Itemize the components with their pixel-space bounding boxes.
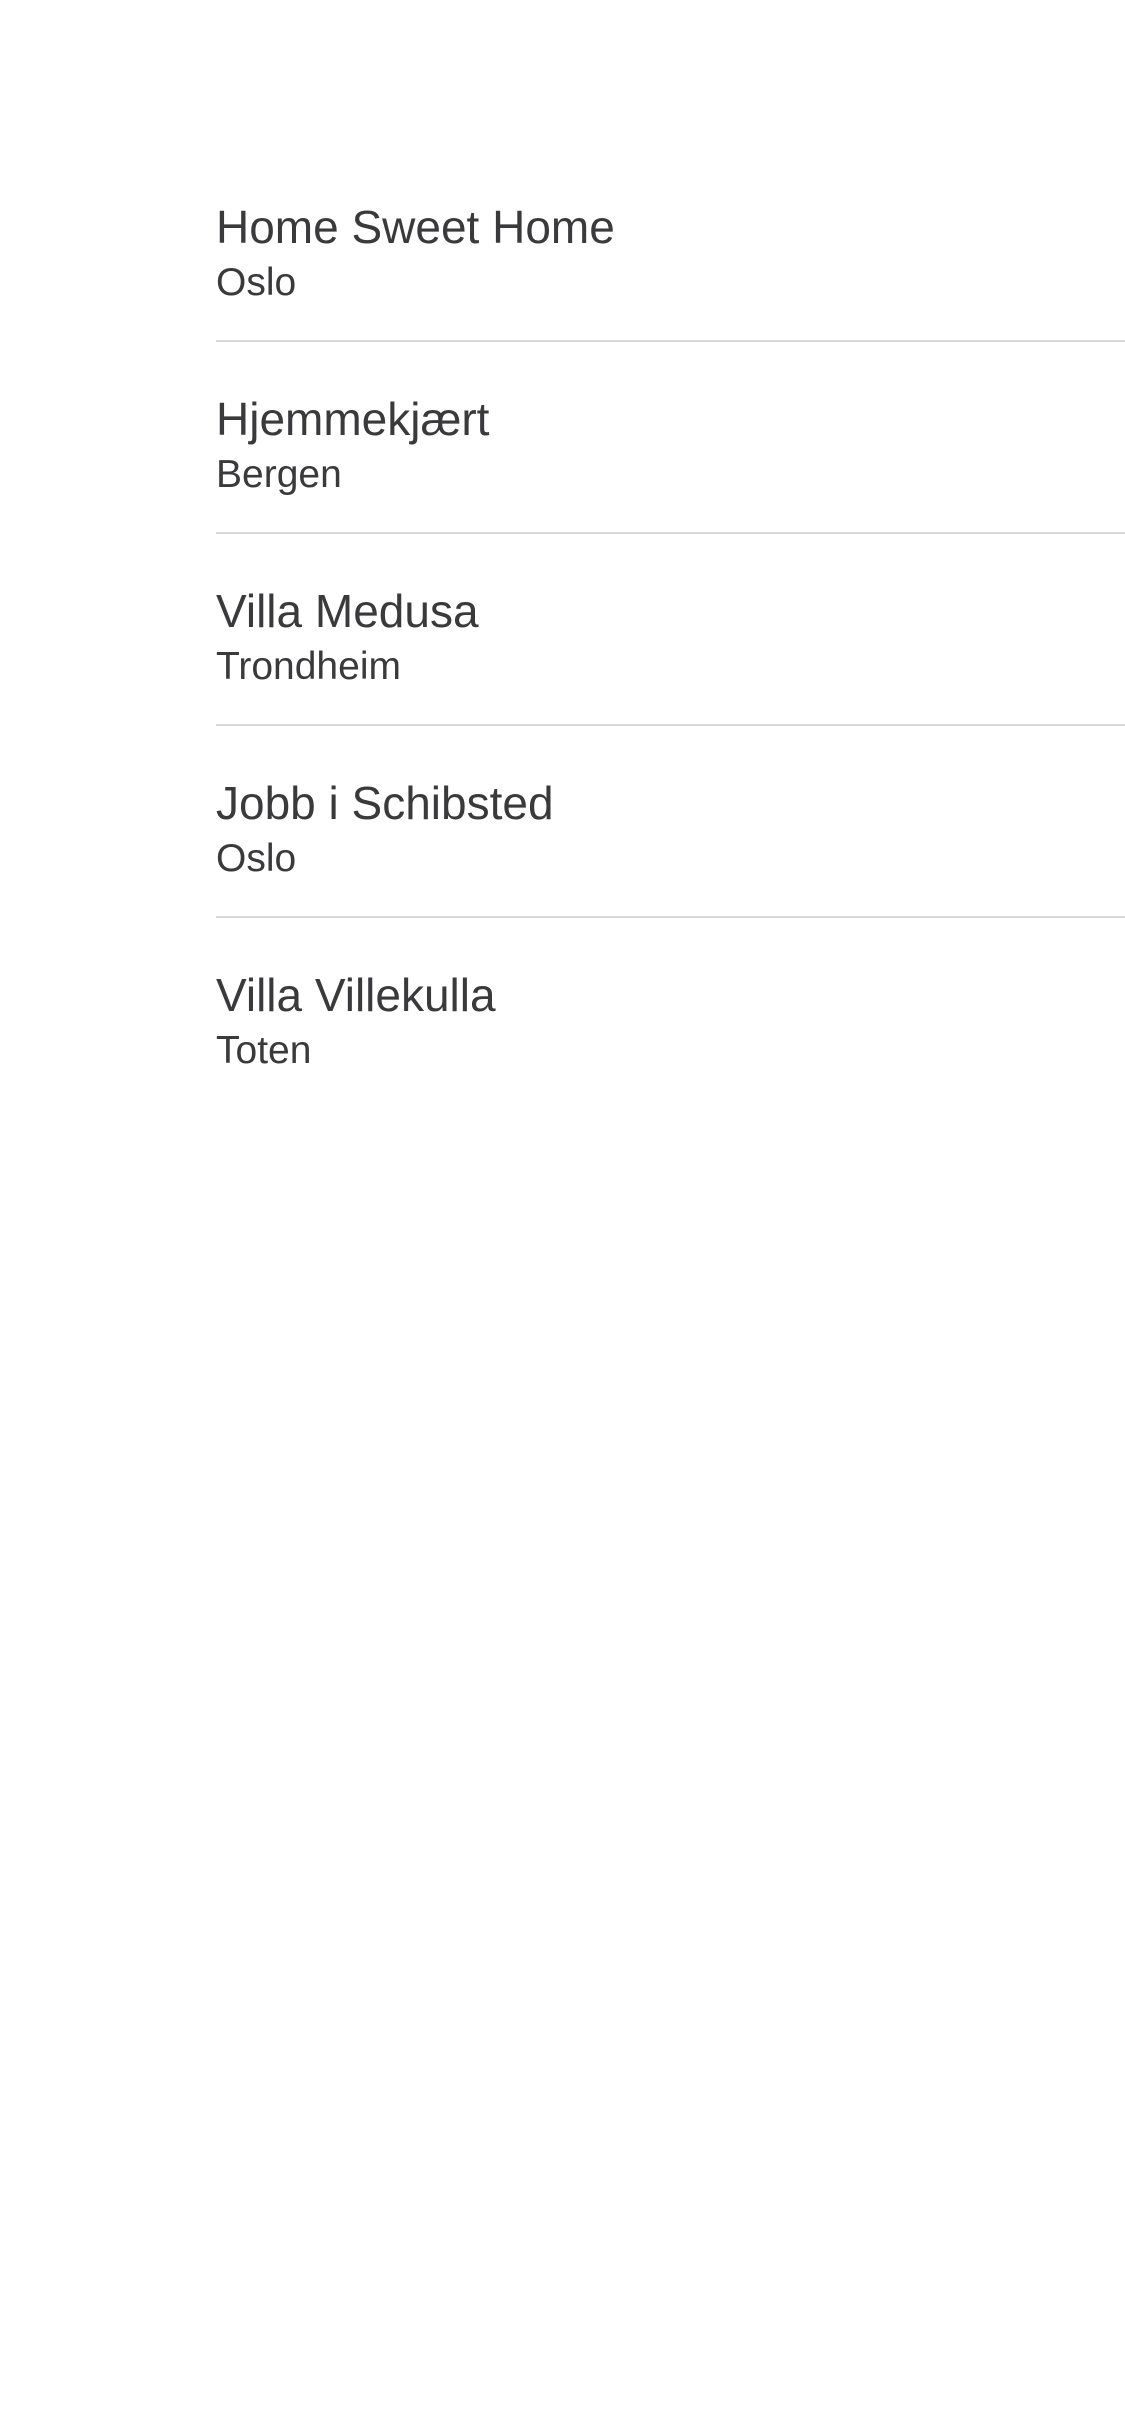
list-item[interactable]: Villa Villekulla Toten	[216, 918, 1125, 1110]
list-item[interactable]: Villa Medusa Trondheim	[216, 534, 1125, 726]
home-list: Home Sweet Home Oslo Hjemmekjært Bergen …	[216, 150, 1125, 1110]
list-item-subtitle: Toten	[216, 1029, 312, 1072]
list-item-subtitle: Oslo	[216, 837, 297, 880]
list-item-title: Villa Villekulla	[216, 969, 496, 1021]
list-item-subtitle: Trondheim	[216, 645, 401, 688]
list-item-title: Jobb i Schibsted	[216, 777, 554, 829]
list-item[interactable]: Jobb i Schibsted Oslo	[216, 726, 1125, 918]
list-item[interactable]: Hjemmekjært Bergen	[216, 342, 1125, 534]
list-item-title: Home Sweet Home	[216, 201, 615, 253]
list-item-subtitle: Oslo	[216, 261, 297, 304]
list-item-title: Villa Medusa	[216, 585, 479, 637]
list-item-subtitle: Bergen	[216, 453, 342, 496]
list-item[interactable]: Home Sweet Home Oslo	[216, 150, 1125, 342]
list-item-title: Hjemmekjært	[216, 393, 490, 445]
